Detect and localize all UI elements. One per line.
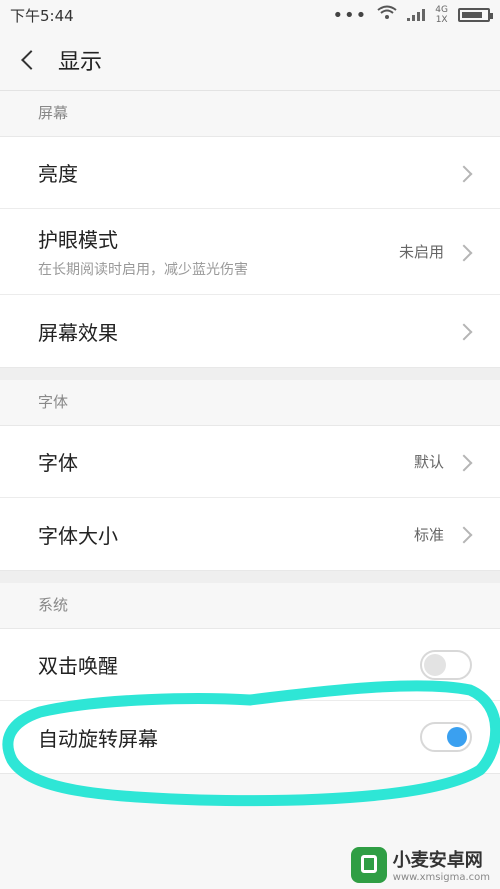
section-font: 字体 默认 字体大小 标准 [0, 425, 500, 571]
double-tap-wake-toggle[interactable] [420, 649, 472, 680]
watermark: 小麦安卓网 www.xmsigma.com [350, 846, 490, 883]
setting-label: 亮度 [38, 162, 78, 186]
back-arrow-icon[interactable] [20, 51, 38, 69]
section-header-font: 字体 [0, 380, 500, 425]
notification-dots: ••• [332, 4, 368, 26]
section-header-system: 系统 [0, 583, 500, 628]
setting-label: 自动旋转屏幕 [38, 726, 158, 751]
toggle-knob [424, 653, 446, 676]
section-screen: 亮度 护眼模式 在长期阅读时启用，减少蓝光伤害 未启用 屏幕效果 [0, 136, 500, 368]
setting-value: 标准 [413, 525, 444, 544]
auto-rotate-toggle[interactable] [420, 722, 472, 752]
setting-font[interactable]: 字体 默认 [0, 426, 500, 498]
setting-label: 字体大小 [38, 523, 118, 548]
battery-icon [458, 8, 493, 22]
chevron-right-icon [460, 456, 472, 468]
setting-value: 未启用 [398, 243, 444, 261]
section-system: 双击唤醒 自动旋转屏幕 [0, 628, 500, 774]
setting-description: 在长期阅读时启用，减少蓝光伤害 [38, 262, 248, 278]
setting-eye-care[interactable]: 护眼模式 在长期阅读时启用，减少蓝光伤害 未启用 [0, 209, 500, 295]
network-type-icon: 4G 1X [435, 5, 448, 25]
signal-icon [407, 9, 426, 21]
chevron-right-icon [460, 325, 472, 337]
section-header-screen: 屏幕 [0, 91, 500, 136]
chevron-right-icon [460, 167, 472, 179]
app-header: 显示 [0, 30, 500, 91]
setting-value: 默认 [413, 453, 444, 471]
section-divider [0, 368, 500, 380]
section-divider [0, 571, 500, 583]
setting-label: 双击唤醒 [38, 654, 118, 678]
setting-font-size[interactable]: 字体大小 标准 [0, 498, 500, 570]
status-time: 下午5:44 [10, 6, 74, 25]
chevron-right-icon [460, 246, 472, 258]
status-icons: ••• 4G 1X [332, 4, 493, 26]
watermark-url: www.xmsigma.com [392, 872, 490, 883]
setting-label: 护眼模式 [38, 228, 118, 252]
status-bar: 下午5:44 ••• 4G 1X [0, 0, 500, 30]
page-title: 显示 [58, 50, 103, 75]
setting-screen-effect[interactable]: 屏幕效果 [0, 295, 500, 367]
toggle-knob [447, 727, 467, 747]
setting-label: 屏幕效果 [38, 320, 118, 345]
setting-brightness[interactable]: 亮度 [0, 137, 500, 209]
watermark-name: 小麦安卓网 [392, 850, 483, 871]
chevron-right-icon [460, 528, 472, 540]
wifi-icon [377, 5, 397, 25]
setting-label: 字体 [38, 451, 78, 475]
setting-double-tap-wake[interactable]: 双击唤醒 [0, 629, 500, 701]
watermark-logo-icon [350, 846, 387, 883]
settings-list: 屏幕 亮度 护眼模式 在长期阅读时启用，减少蓝光伤害 未启用 屏幕效果 字体 字… [0, 91, 500, 774]
setting-auto-rotate[interactable]: 自动旋转屏幕 [0, 701, 500, 773]
